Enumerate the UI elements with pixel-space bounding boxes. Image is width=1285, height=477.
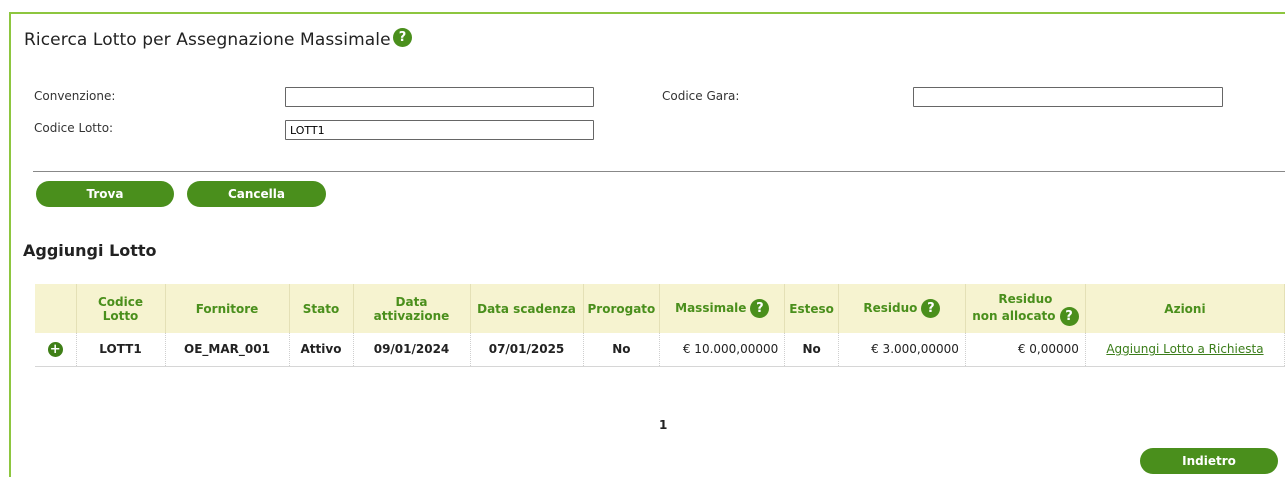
help-icon[interactable]: ? <box>1059 307 1079 326</box>
cell-codice-lotto: LOTT1 <box>76 333 166 367</box>
clear-button[interactable]: Cancella <box>187 181 326 207</box>
cell-residuo: € 3.000,00000 <box>838 333 966 367</box>
page-title: Ricerca Lotto per Assegnazione Massimale <box>24 30 391 50</box>
convenzione-input[interactable] <box>285 87 594 107</box>
col-residuo-label: Residuo <box>863 301 918 315</box>
cell-massimale: € 10.000,00000 <box>659 333 786 367</box>
add-lot-to-request-link[interactable]: Aggiungi Lotto a Richiesta <box>1106 342 1263 356</box>
col-data-scadenza[interactable]: Data scadenza <box>470 284 584 333</box>
codice-gara-label: Codice Gara: <box>662 89 740 103</box>
col-azioni: Azioni <box>1085 284 1285 333</box>
convenzione-label: Convenzione: <box>34 89 116 103</box>
col-codice-lotto[interactable]: Codice Lotto <box>76 284 166 333</box>
plus-circle-icon[interactable]: + <box>47 341 63 357</box>
table-row: + LOTT1 OE_MAR_001 Attivo 09/01/2024 07/… <box>35 333 1285 367</box>
col-massimale-label: Massimale <box>675 301 747 315</box>
divider <box>33 171 1285 172</box>
col-massimale[interactable]: Massimale? <box>659 284 786 333</box>
cell-esteso: No <box>784 333 839 367</box>
col-residuo-non-allocato-line2: non allocato <box>972 309 1056 323</box>
col-residuo-non-allocato[interactable]: Residuo non allocato? <box>965 284 1086 333</box>
col-fornitore[interactable]: Fornitore <box>165 284 290 333</box>
col-data-attivazione[interactable]: Data attivazione <box>353 284 471 333</box>
results-table: Codice Lotto Fornitore Stato Data attiva… <box>35 284 1285 367</box>
cell-azioni: Aggiungi Lotto a Richiesta <box>1085 333 1285 367</box>
find-button[interactable]: Trova <box>36 181 174 207</box>
help-icon[interactable]: ? <box>393 28 412 47</box>
help-icon[interactable]: ? <box>921 299 941 318</box>
cell-residuo-non-allocato: € 0,00000 <box>965 333 1086 367</box>
col-prorogato[interactable]: Prorogato <box>583 284 661 333</box>
expand-column-header <box>35 284 77 333</box>
cell-fornitore: OE_MAR_001 <box>165 333 290 367</box>
main-panel <box>9 12 1285 477</box>
codice-lotto-input[interactable] <box>285 120 594 140</box>
back-button[interactable]: Indietro <box>1140 448 1278 474</box>
table-header-row: Codice Lotto Fornitore Stato Data attiva… <box>35 284 1285 333</box>
codice-gara-input[interactable] <box>913 87 1223 107</box>
cell-prorogato: No <box>583 333 661 367</box>
col-residuo-non-allocato-line1: Residuo <box>998 292 1053 306</box>
col-residuo[interactable]: Residuo? <box>838 284 966 333</box>
help-icon[interactable]: ? <box>750 299 770 318</box>
col-esteso[interactable]: Esteso <box>784 284 839 333</box>
col-stato[interactable]: Stato <box>289 284 354 333</box>
pagination-page-1[interactable]: 1 <box>659 418 667 432</box>
cell-data-attivazione: 09/01/2024 <box>353 333 471 367</box>
cell-data-scadenza: 07/01/2025 <box>470 333 584 367</box>
expand-cell[interactable]: + <box>35 333 77 367</box>
codice-lotto-label: Codice Lotto: <box>34 121 114 135</box>
section-title: Aggiungi Lotto <box>23 241 157 260</box>
cell-stato: Attivo <box>289 333 354 367</box>
